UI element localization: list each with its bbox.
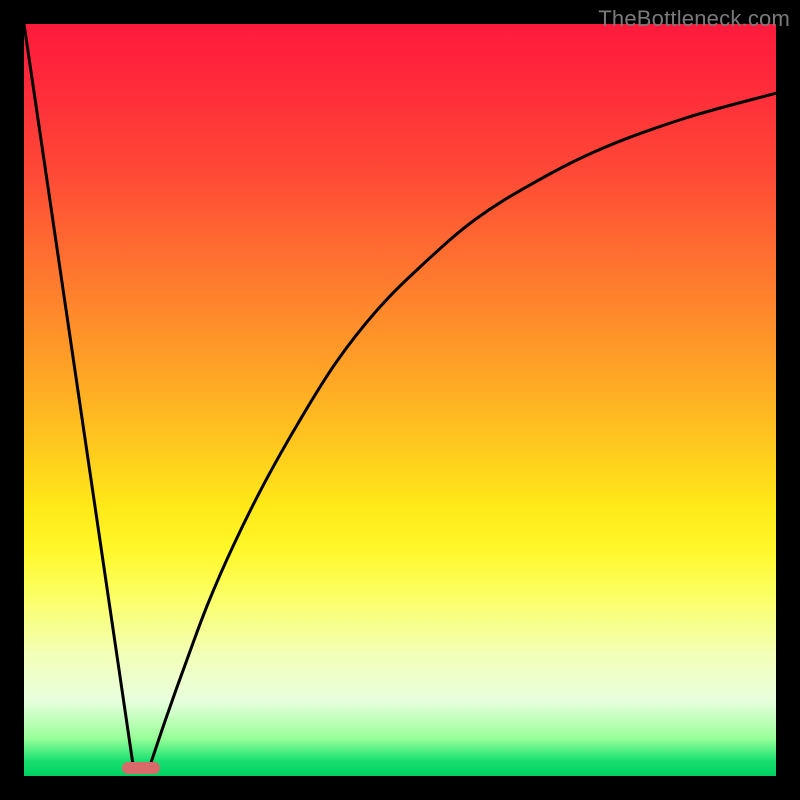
left-descent-line [24,24,133,765]
watermark-text: TheBottleneck.com [598,6,790,32]
right-ascent-curve [150,93,776,765]
curve-svg [24,24,776,776]
chart-frame: TheBottleneck.com [0,0,800,800]
plot-area [24,24,776,776]
bottleneck-marker [122,762,160,774]
